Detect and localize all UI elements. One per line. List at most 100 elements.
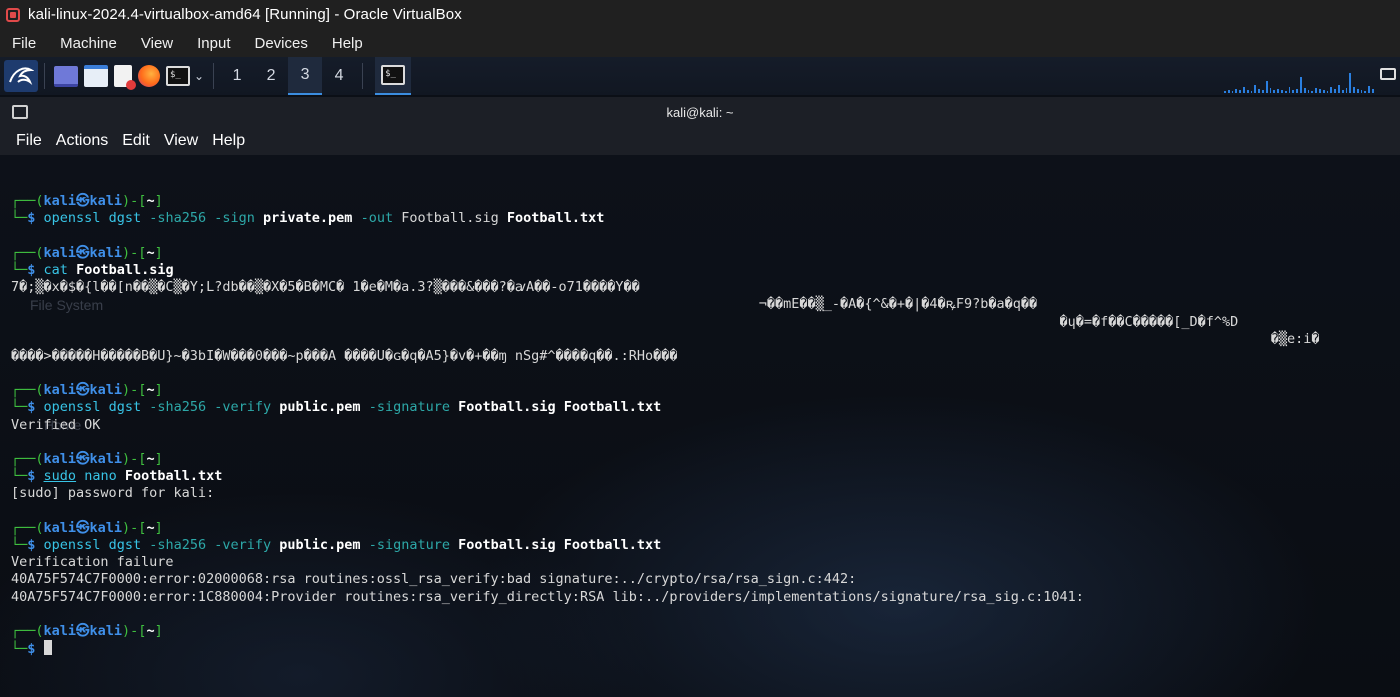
cpu-graph-bar: [1261, 90, 1264, 93]
cpu-graph-bar: [1364, 91, 1367, 93]
workspace-4-button[interactable]: 4: [322, 57, 356, 95]
prompt-at: ㉿: [76, 622, 90, 639]
virtualbox-icon: [6, 7, 20, 22]
kali-applications-menu-button[interactable]: [4, 60, 38, 92]
terminal-menubar: File Actions Edit View Help: [0, 127, 1400, 155]
command-arg: public.pem: [279, 399, 361, 416]
cpu-graph-bar: [1277, 89, 1279, 93]
prompt-dir: ~: [146, 244, 155, 261]
vbox-menu-machine[interactable]: Machine: [48, 35, 129, 52]
cpu-graph-bar: [1235, 89, 1238, 93]
folder-icon: [84, 65, 108, 87]
prompt-bracket: ]: [154, 451, 163, 467]
panel-separator: [213, 63, 215, 89]
prompt-bracket: )-[: [122, 244, 147, 261]
terminal-menu-view[interactable]: View: [157, 132, 205, 150]
prompt-line: ┌──(kali㉿kali)-[~]: [11, 623, 1320, 640]
vbox-menu-input[interactable]: Input: [185, 35, 242, 52]
output-text: ����>�����H�����B�U}~�3bI�W���0���~p���A…: [11, 347, 678, 364]
terminal-menu-edit[interactable]: Edit: [115, 132, 157, 150]
prompt-line: ┌──(kali㉿kali)-[~]: [11, 382, 1320, 399]
vbox-menu-devices[interactable]: Devices: [243, 35, 320, 52]
terminal-launcher-button[interactable]: $_ ⌄: [166, 60, 204, 92]
cpu-graph-bar: [1258, 89, 1260, 93]
cpu-graph-bar: [1265, 81, 1268, 93]
output-line: �ɥ�=�f��C�����[_D�f^%D: [11, 314, 1320, 331]
terminal-menu-file[interactable]: File: [0, 132, 49, 150]
command-arg: Football.txt: [563, 536, 662, 553]
prompt-bracket: └─: [11, 261, 28, 278]
cpu-graph-bar: [1242, 87, 1245, 93]
text-editor-button[interactable]: [114, 60, 136, 92]
cpu-graph-bar: [1231, 91, 1234, 93]
prompt-bracket: )-[: [122, 622, 147, 639]
output-line: Verification failure: [11, 554, 1320, 571]
terminal-menu-help[interactable]: Help: [205, 132, 252, 150]
cpu-graph-bar: [1288, 87, 1291, 93]
prompt-bracket: ┌──(: [11, 451, 44, 467]
prompt-bracket: ]: [154, 622, 163, 639]
cpu-graph-bar: [1356, 89, 1359, 93]
terminal-output-area[interactable]: File System Home ┌──(kali㉿kali)-[~] └─$ o…: [0, 155, 1400, 697]
terminal-menu-actions[interactable]: Actions: [49, 132, 115, 150]
prompt-host: kali: [89, 622, 123, 639]
show-desktop-button[interactable]: [54, 60, 78, 92]
output-text: 7�;▒�x�$�{l��[n��▒�C▒�Y;L?db��▒�X�5�B�MC…: [11, 279, 640, 296]
command-name: cat: [43, 261, 68, 278]
command-arg: dgst: [100, 210, 150, 227]
prompt-bracket: ]: [154, 382, 163, 399]
chevron-down-icon[interactable]: ⌄: [194, 69, 204, 83]
command-line: └─$ openssl dgst -sha256 -verify public.…: [11, 399, 1320, 416]
workspace-1-button[interactable]: 1: [220, 57, 254, 95]
output-text: Verified OK: [11, 416, 101, 433]
command-arg: Football.sig: [401, 210, 507, 227]
text-cursor: [43, 640, 52, 656]
command-arg: Football.txt: [506, 210, 605, 227]
taskbar-terminal-window[interactable]: $_: [375, 57, 412, 95]
cpu-graph-bar: [1322, 90, 1325, 93]
vbox-menu-help[interactable]: Help: [320, 35, 375, 52]
cpu-graph-bar: [1372, 89, 1374, 93]
cpu-graph-bar: [1307, 90, 1310, 93]
cpu-graph-bar: [1239, 90, 1241, 93]
cpu-graph-bar: [1273, 90, 1276, 93]
prompt-user: kali: [43, 244, 77, 261]
command-arg: Football.sig: [458, 399, 564, 416]
vbox-menu-view[interactable]: View: [129, 35, 185, 52]
cpu-graph-bar: [1337, 85, 1340, 93]
firefox-button[interactable]: [138, 60, 160, 92]
terminal-titlebar[interactable]: kali@kali: ~: [0, 97, 1400, 127]
cpu-graph-bar: [1326, 91, 1329, 93]
prompt-user: kali: [43, 519, 77, 536]
prompt-bracket: ]: [154, 244, 163, 261]
prompt-bracket: )-[: [122, 451, 147, 467]
command-name: sudo: [43, 468, 77, 485]
workspace-3-button[interactable]: 3: [288, 57, 323, 95]
vbox-menubar: File Machine View Input Devices Help: [0, 29, 1400, 57]
command-arg: dgst: [100, 536, 150, 553]
cpu-graph-bar: [1334, 89, 1336, 93]
cpu-graph-bar: [1284, 91, 1287, 93]
command-arg: public.pem: [279, 536, 361, 553]
file-manager-button[interactable]: [84, 60, 108, 92]
command-arg: -signature: [360, 536, 459, 553]
cpu-graph-bar: [1311, 91, 1314, 93]
display-icon[interactable]: [1380, 68, 1396, 80]
workspace-2-button[interactable]: 2: [254, 57, 288, 95]
cpu-graph-bar: [1296, 89, 1298, 93]
command-line: └─$ cat Football.sig: [11, 262, 1320, 279]
kali-dragon-icon: [9, 67, 34, 85]
output-line: Verified OK: [11, 417, 1320, 434]
prompt-bracket: )-[: [122, 519, 147, 536]
prompt-dir: ~: [146, 451, 155, 467]
command-line: └─$ openssl dgst -sha256 -sign private.p…: [11, 210, 1320, 227]
vbox-titlebar[interactable]: kali-linux-2024.4-virtualbox-amd64 [Runn…: [0, 0, 1400, 29]
prompt-at: ㉿: [76, 519, 90, 536]
prompt-bracket: └─: [11, 399, 28, 416]
terminal-window-title: kali@kali: ~: [666, 104, 734, 120]
vbox-menu-file[interactable]: File: [0, 35, 48, 52]
prompt-bracket: ┌──(: [11, 382, 44, 399]
output-line: [sudo] password for kali:: [11, 485, 1320, 502]
